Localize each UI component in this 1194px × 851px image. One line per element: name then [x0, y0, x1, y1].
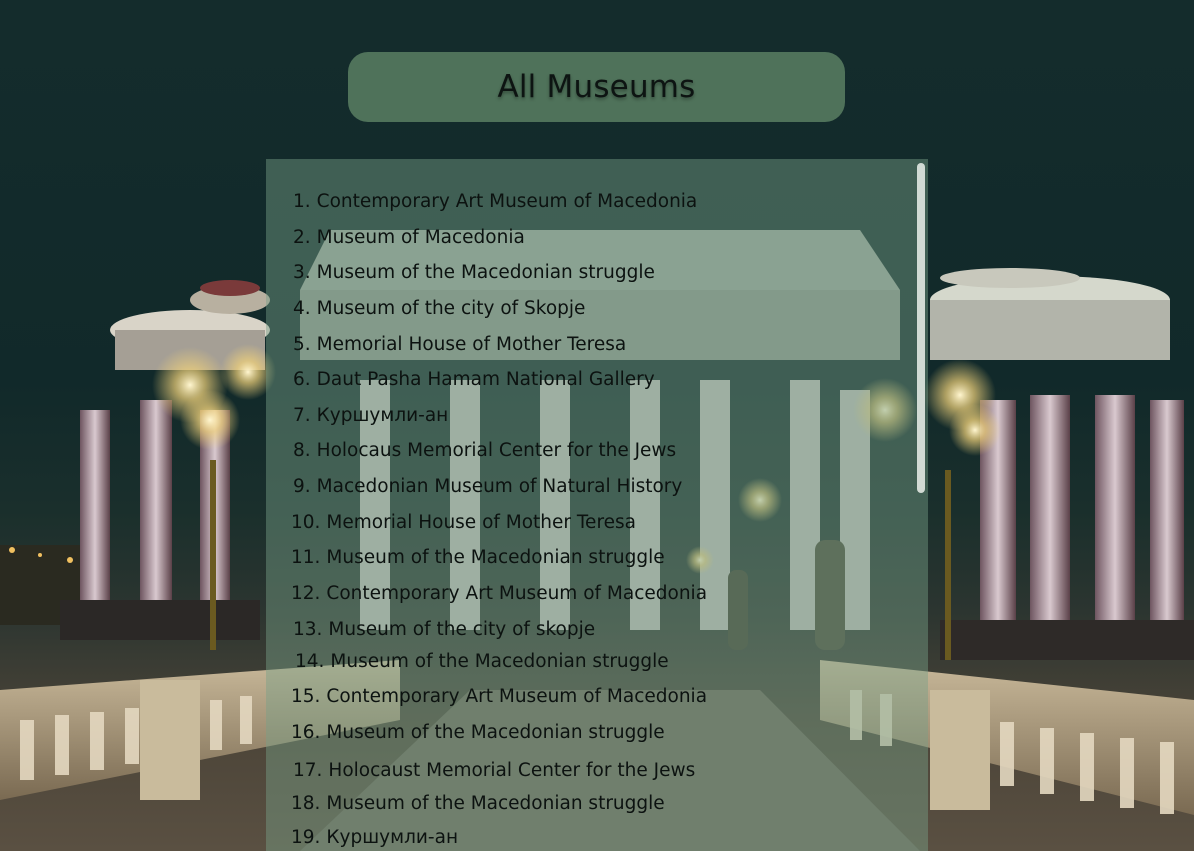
museum-name: Куршумли-ан: [326, 827, 459, 848]
museum-list-item[interactable]: 12. Contemporary Art Museum of Macedonia: [291, 582, 707, 606]
museum-number: 16.: [291, 722, 321, 743]
museum-number: 5.: [293, 334, 311, 355]
museum-list-item[interactable]: 17. Holocaust Memorial Center for the Jew…: [293, 759, 695, 783]
museum-list-item[interactable]: 10. Memorial House of Mother Teresa: [291, 511, 636, 535]
museum-list-item[interactable]: 1. Contemporary Art Museum of Macedonia: [293, 190, 697, 214]
museum-name: Holocaus Memorial Center for the Jews: [316, 440, 677, 461]
museum-list-item[interactable]: 16. Museum of the Macedonian struggle: [291, 721, 665, 745]
museum-name: Museum of Macedonia: [316, 227, 525, 248]
museum-name: Memorial House of Mother Teresa: [326, 512, 636, 533]
museum-number: 10.: [291, 512, 321, 533]
museum-list-item[interactable]: 9. Macedonian Museum of Natural History: [293, 475, 682, 499]
museum-number: 1.: [293, 191, 311, 212]
museum-name: Holocaust Memorial Center for the Jews: [328, 760, 696, 781]
museum-name: Museum of the Macedonian struggle: [316, 262, 655, 283]
museum-number: 19.: [291, 827, 321, 848]
museum-name: Museum of the Macedonian struggle: [330, 651, 669, 672]
museum-name: Macedonian Museum of Natural History: [316, 476, 683, 497]
museum-number: 2.: [293, 227, 311, 248]
museum-list-item[interactable]: 8. Holocaus Memorial Center for the Jews: [293, 439, 676, 463]
museum-number: 8.: [293, 440, 311, 461]
page-title-banner: All Museums: [348, 52, 845, 122]
museum-number: 17.: [293, 760, 323, 781]
museum-number: 15.: [291, 686, 321, 707]
museum-number: 9.: [293, 476, 311, 497]
museum-list-item[interactable]: 15. Contemporary Art Museum of Macedonia: [291, 685, 707, 709]
museum-name: Memorial House of Mother Teresa: [316, 334, 627, 355]
museum-number: 13.: [293, 619, 323, 640]
museum-list-item[interactable]: 6. Daut Pasha Hamam National Gallery: [293, 368, 655, 392]
museum-number: 18.: [291, 793, 321, 814]
museum-name: Museum of the city of skopje: [328, 619, 596, 640]
museum-name: Museum of the Macedonian struggle: [326, 722, 665, 743]
museum-list-panel[interactable]: 1. Contemporary Art Museum of Macedonia 2…: [266, 159, 928, 851]
museum-list-item[interactable]: 14. Museum of the Macedonian struggle: [295, 650, 669, 674]
museum-number: 7.: [293, 405, 311, 426]
museum-name: Museum of the city of Skopje: [316, 298, 586, 319]
museum-name: Contemporary Art Museum of Macedonia: [326, 686, 708, 707]
museum-number: 6.: [293, 369, 311, 390]
museum-name: Museum of the Macedonian struggle: [326, 547, 665, 568]
museum-list-item[interactable]: 5. Memorial House of Mother Teresa: [293, 333, 626, 357]
museum-list-item[interactable]: 7. Куршумли-ан: [293, 404, 448, 428]
museum-number: 11.: [291, 547, 321, 568]
museum-name: Contemporary Art Museum of Macedonia: [326, 583, 708, 604]
museum-number: 12.: [291, 583, 321, 604]
museum-name: Museum of the Macedonian struggle: [326, 793, 665, 814]
museum-list-item[interactable]: 4. Museum of the city of Skopje: [293, 297, 585, 321]
museum-name: Daut Pasha Hamam National Gallery: [316, 369, 655, 390]
list-scrollbar-thumb[interactable]: [917, 163, 925, 493]
museum-name: Куршумли-ан: [316, 405, 449, 426]
museum-number: 3.: [293, 262, 311, 283]
page-title: All Museums: [497, 69, 696, 105]
museum-number: 4.: [293, 298, 311, 319]
museum-list-item[interactable]: 3. Museum of the Macedonian struggle: [293, 261, 655, 285]
museum-name: Contemporary Art Museum of Macedonia: [316, 191, 698, 212]
museum-list-item[interactable]: 11. Museum of the Macedonian struggle: [291, 546, 665, 570]
museum-list-item[interactable]: 18. Museum of the Macedonian struggle: [291, 792, 665, 816]
museum-list-item[interactable]: 13. Museum of the city of skopje: [293, 618, 595, 642]
museum-list-item[interactable]: 19. Куршумли-ан: [291, 826, 458, 850]
museum-number: 14.: [295, 651, 325, 672]
museum-list-item[interactable]: 2. Museum of Macedonia: [293, 226, 525, 250]
